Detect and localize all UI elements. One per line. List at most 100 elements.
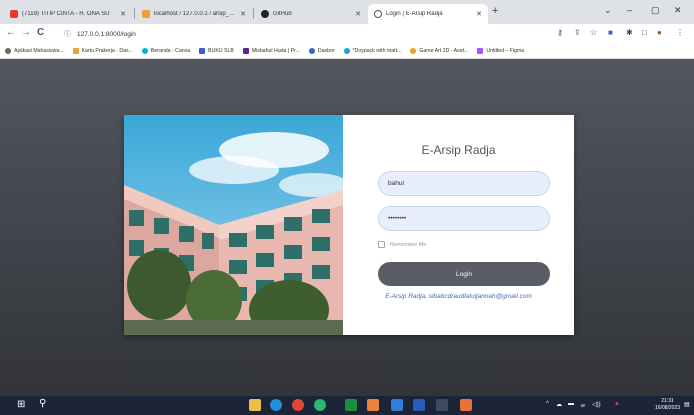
back-button[interactable]: ← — [6, 27, 16, 38]
close-tab-icon[interactable]: ✕ — [240, 10, 246, 18]
extension-icon[interactable]: ■ — [608, 28, 613, 37]
bookmark-dasbor[interactable]: Dasbor — [308, 47, 335, 54]
url-text: 127.0.0.1:8000/login — [77, 30, 136, 38]
bookmark-label: Aplikasi Mahasiswa... — [14, 47, 64, 54]
address-bar[interactable]: ⓘ 127.0.0.1:8000/login — [64, 27, 544, 41]
bookmark-icon — [141, 47, 148, 54]
bookmark-label: Beranda - Canva — [150, 47, 191, 54]
battery-icon[interactable]: ▬ — [568, 401, 574, 407]
bookmark-label: Kartu Prakerja - Das... — [81, 47, 133, 54]
tab-search-icon[interactable]: ⌄ — [604, 5, 612, 16]
edge-icon[interactable] — [270, 399, 282, 411]
tab-github[interactable]: GitHub ✕ — [255, 4, 367, 24]
bookmark-label: Dasbor — [317, 47, 335, 54]
login-button[interactable]: Login — [378, 262, 550, 286]
remember-me-label: Remember Me — [390, 241, 427, 248]
app-title: E-Arsip Radja — [421, 143, 496, 157]
figma-icon — [477, 47, 484, 54]
username-value: bahul — [388, 180, 404, 187]
github-icon — [261, 10, 269, 18]
bookmark-doypack[interactable]: *Doypack with matt... — [343, 47, 402, 54]
close-window-button[interactable]: ✕ — [674, 5, 682, 16]
clock[interactable]: 21:31 16/08/2023 — [655, 398, 680, 412]
bookmark-icon — [5, 47, 11, 54]
login-form: E-Arsip Radja bahul •••••••• Remember Me… — [343, 115, 574, 335]
file-explorer-icon[interactable] — [249, 399, 261, 411]
username-input[interactable]: bahul — [378, 171, 550, 196]
app-icon-orange[interactable] — [367, 399, 379, 411]
bookmark-game-art[interactable]: Game Art 2D - Aset... — [410, 47, 469, 54]
chrome-icon[interactable] — [292, 399, 304, 411]
reload-button[interactable]: C — [37, 27, 44, 38]
clock-date: 16/08/2023 — [655, 405, 681, 411]
browser-toolbar: ← → C ⓘ 127.0.0.1:8000/login ⚷ ⇪ ☆ ■ ✱ □… — [0, 24, 694, 43]
bookmark-figma[interactable]: Untitled – Figma — [477, 47, 525, 54]
bookmark-canva[interactable]: Beranda - Canva — [141, 47, 191, 54]
bookmark-aplikasi-mahasiswa[interactable]: Aplikasi Mahasiswa... — [5, 47, 64, 54]
bookmark-icon — [72, 47, 79, 54]
terminal-icon[interactable] — [436, 399, 448, 411]
tab-title: localhost / 127.0.0.1 / arsip_app — [154, 11, 237, 17]
login-card: E-Arsip Radja bahul •••••••• Remember Me… — [124, 115, 574, 335]
warning-icon[interactable]: ▲ — [614, 401, 620, 407]
tray-chevron-icon[interactable]: ^ — [546, 401, 549, 407]
close-tab-icon[interactable]: ✕ — [120, 10, 126, 18]
minimize-button[interactable]: – — [627, 5, 632, 15]
network-icon[interactable]: ☁ — [556, 401, 562, 408]
bookmark-icon — [343, 47, 350, 54]
bookmark-star-icon[interactable]: ☆ — [590, 28, 597, 37]
tab-title: GitHub — [273, 11, 292, 17]
vscode-icon[interactable] — [391, 399, 403, 411]
bookmark-buku-slb[interactable]: BUKU SLB — [199, 47, 234, 54]
remember-me-row: Remember Me — [378, 241, 426, 248]
bookmark-icon — [199, 47, 206, 54]
word-icon[interactable] — [413, 399, 425, 411]
tab-phpmyadmin[interactable]: localhost / 127.0.0.1 / arsip_app ✕ — [136, 4, 252, 24]
youtube-icon — [10, 10, 18, 18]
menu-kebab-icon[interactable]: ⋮ — [676, 28, 684, 37]
xampp-icon[interactable] — [460, 399, 472, 411]
search-icon[interactable]: ⚲ — [39, 398, 46, 409]
building-photo — [124, 115, 343, 335]
volume-icon[interactable]: ◁)) — [592, 401, 601, 408]
globe-icon — [374, 10, 382, 18]
password-input[interactable]: •••••••• — [378, 206, 550, 231]
tab-title: Login | E-Arsip Radja — [386, 11, 443, 17]
bookmark-label: Untitled – Figma — [486, 47, 525, 54]
browser-tab-strip: (7119) TITIP CINTA - H. ONA SU ✕ localho… — [0, 0, 694, 24]
bookmark-label: *Doypack with matt... — [352, 47, 402, 54]
language-icon[interactable]: ㄹ — [580, 401, 586, 410]
bookmark-kartu-prakerja[interactable]: Kartu Prakerja - Das... — [72, 47, 133, 54]
bookmark-icon — [308, 47, 315, 54]
site-info-icon[interactable]: ⓘ — [64, 29, 71, 39]
tab-youtube[interactable]: (7119) TITIP CINTA - H. ONA SU ✕ — [4, 4, 132, 24]
phpmyadmin-icon — [142, 10, 150, 18]
password-value: •••••••• — [388, 215, 407, 222]
profile-avatar-icon[interactable]: ● — [657, 28, 662, 37]
footer-contact-text: E-Arsip Radja, slbabcdraudlatuljannah@gm… — [385, 293, 532, 300]
notification-icon[interactable]: ▤ — [684, 401, 690, 408]
login-page-background: E-Arsip Radja bahul •••••••• Remember Me… — [0, 59, 694, 396]
new-tab-button[interactable]: + — [492, 5, 498, 17]
tab-title: (7119) TITIP CINTA - H. ONA SU — [22, 11, 110, 17]
close-tab-icon[interactable]: ✕ — [355, 10, 361, 18]
bookmark-label: Game Art 2D - Aset... — [419, 47, 469, 54]
forward-button[interactable]: → — [21, 27, 31, 38]
tab-login-active[interactable]: Login | E-Arsip Radja ✕ — [368, 4, 488, 24]
whatsapp-icon[interactable] — [314, 399, 326, 411]
bookmark-misbahul-huda[interactable]: Misbahul Huda | Pr... — [242, 47, 300, 54]
close-tab-icon[interactable]: ✕ — [476, 10, 482, 18]
bookmarks-bar: Aplikasi Mahasiswa... Kartu Prakerja - D… — [0, 43, 694, 59]
side-panel-icon[interactable]: □ — [642, 28, 647, 37]
excel-icon[interactable] — [345, 399, 357, 411]
share-icon[interactable]: ⇪ — [574, 28, 581, 37]
extensions-puzzle-icon[interactable]: ✱ — [626, 28, 633, 37]
remember-me-checkbox[interactable] — [378, 241, 385, 248]
windows-start-icon[interactable]: ⊞ — [17, 399, 25, 410]
bookmark-icon — [410, 47, 417, 54]
maximize-button[interactable]: ▢ — [651, 5, 660, 16]
clock-time: 21:31 — [661, 398, 674, 404]
key-icon[interactable]: ⚷ — [557, 28, 563, 37]
bookmark-icon — [242, 47, 249, 54]
bookmark-label: BUKU SLB — [208, 47, 234, 54]
